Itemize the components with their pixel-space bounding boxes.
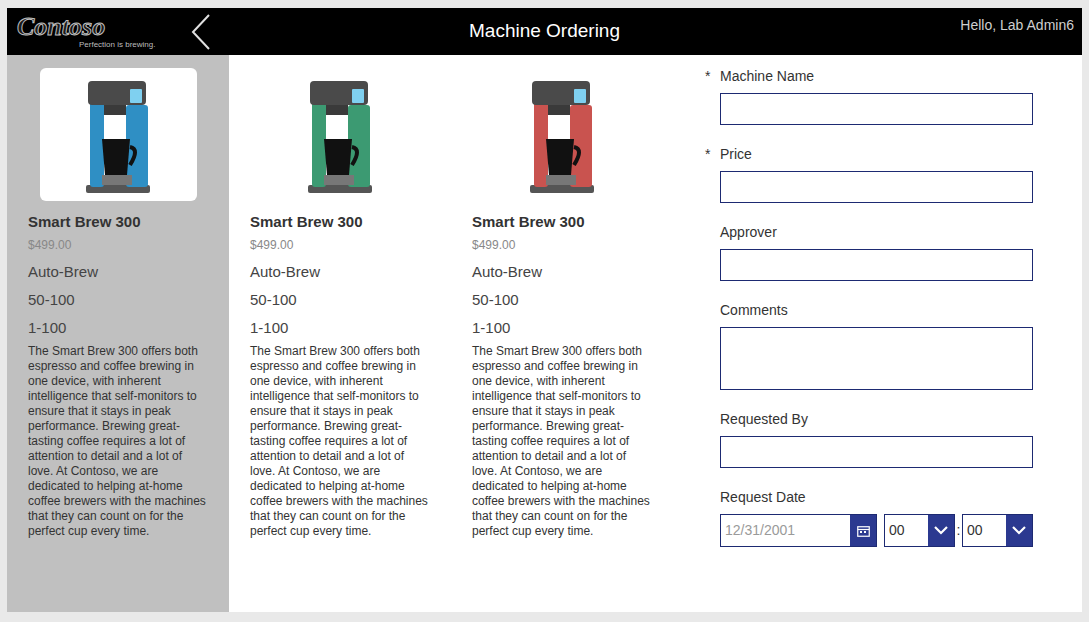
product-image xyxy=(484,68,641,201)
field-label: Comments xyxy=(720,300,788,321)
field-label: Machine Name xyxy=(720,66,814,87)
product-gallery: Smart Brew 300$499.00Auto-Brew50-1001-10… xyxy=(7,55,673,612)
product-card[interactable]: Smart Brew 300$499.00Auto-Brew50-1001-10… xyxy=(7,55,229,612)
date-input[interactable]: 12/31/2001 xyxy=(720,514,877,547)
minute-dropdown[interactable]: 00 xyxy=(962,514,1033,547)
order-form: *Machine Name*Price*Approver*Comments*Re… xyxy=(673,55,1082,612)
product-cups: 50-100 xyxy=(472,286,652,314)
hour-dropdown[interactable]: 00 xyxy=(884,514,955,547)
product-price: $499.00 xyxy=(250,233,430,258)
product-price: $499.00 xyxy=(28,233,208,258)
product-mode: Auto-Brew xyxy=(472,258,652,286)
product-range: 1-100 xyxy=(250,314,430,342)
user-greeting: Hello, Lab Admin6 xyxy=(960,15,1074,36)
chevron-down-icon xyxy=(934,526,948,535)
product-range: 1-100 xyxy=(472,314,652,342)
multiline-input[interactable] xyxy=(720,327,1033,390)
coffee-machine-image xyxy=(302,75,378,195)
product-mode: Auto-Brew xyxy=(28,258,208,286)
text-input[interactable] xyxy=(720,436,1033,468)
form-field: *Request Date12/31/200100:00 xyxy=(720,488,1051,547)
product-description: The Smart Brew 300 offers both espresso … xyxy=(472,344,652,539)
product-name: Smart Brew 300 xyxy=(250,211,430,233)
form-field: *Machine Name xyxy=(720,67,1051,125)
body: Smart Brew 300$499.00Auto-Brew50-1001-10… xyxy=(7,55,1082,612)
product-cups: 50-100 xyxy=(250,286,430,314)
product-cups: 50-100 xyxy=(28,286,208,314)
form-field: *Approver xyxy=(720,223,1051,281)
product-name: Smart Brew 300 xyxy=(472,211,652,233)
field-label: Price xyxy=(720,144,752,165)
required-mark: * xyxy=(705,144,720,165)
product-price: $499.00 xyxy=(472,233,652,258)
field-label: Request Date xyxy=(720,487,806,508)
text-input[interactable] xyxy=(720,93,1033,125)
product-name: Smart Brew 300 xyxy=(28,211,208,233)
product-description: The Smart Brew 300 offers both espresso … xyxy=(28,344,208,539)
back-chevron-icon[interactable] xyxy=(191,14,211,50)
header-bar: ContosoPerfection is brewing. Machine Ord… xyxy=(7,8,1082,55)
date-time-picker: 12/31/200100:00 xyxy=(720,514,1033,547)
screen-title: Machine Ordering xyxy=(453,17,636,46)
app: ContosoPerfection is brewing. Machine Ord… xyxy=(0,0,1089,622)
product-mode: Auto-Brew xyxy=(250,258,430,286)
product-image xyxy=(40,68,197,201)
text-input[interactable] xyxy=(720,249,1033,281)
form-field: *Comments xyxy=(720,301,1051,390)
product-description: The Smart Brew 300 offers both espresso … xyxy=(250,344,430,539)
text-input[interactable] xyxy=(720,171,1033,203)
form-field: *Price xyxy=(720,145,1051,203)
product-range: 1-100 xyxy=(28,314,208,342)
product-card[interactable]: Smart Brew 300$499.00Auto-Brew50-1001-10… xyxy=(451,55,673,612)
product-image xyxy=(262,68,419,201)
required-mark: * xyxy=(705,66,720,87)
field-label: Requested By xyxy=(720,409,808,430)
coffee-machine-image xyxy=(80,75,156,195)
form-field: *Requested By xyxy=(720,410,1051,468)
logo: ContosoPerfection is brewing. xyxy=(7,14,187,50)
coffee-machine-image xyxy=(524,75,600,195)
field-label: Approver xyxy=(720,222,777,243)
calendar-icon xyxy=(857,525,870,537)
time-separator: : xyxy=(955,520,962,541)
chevron-down-icon xyxy=(1012,526,1026,535)
product-card[interactable]: Smart Brew 300$499.00Auto-Brew50-1001-10… xyxy=(229,55,451,612)
